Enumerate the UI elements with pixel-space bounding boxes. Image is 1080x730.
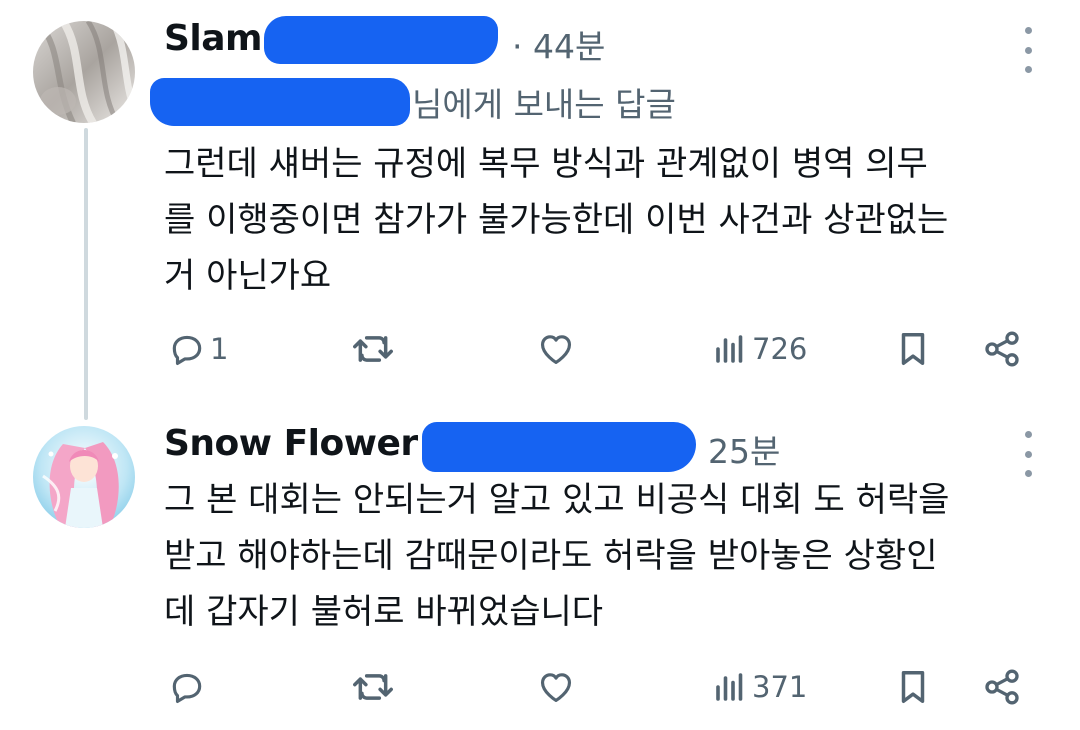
views-button[interactable]: 726 bbox=[712, 324, 807, 374]
like-button[interactable] bbox=[536, 324, 576, 374]
more-vertical-icon[interactable] bbox=[1021, 431, 1035, 477]
post-text-line: 거 아닌가요 bbox=[164, 256, 332, 296]
author-name[interactable]: Snow Flower bbox=[164, 423, 418, 464]
redacted-handle bbox=[264, 16, 498, 64]
repost-icon bbox=[353, 674, 393, 700]
share-button[interactable] bbox=[982, 324, 1022, 374]
bookmark-icon bbox=[901, 671, 925, 703]
bookmark-icon bbox=[901, 333, 925, 365]
post-text-line: 를 이행중이면 참가가 불가능한데 이번 사건과 상관없는 bbox=[164, 200, 949, 240]
reply-button[interactable] bbox=[168, 662, 206, 712]
avatar-snow-flower[interactable] bbox=[33, 426, 135, 528]
post-timestamp[interactable]: 25분 bbox=[708, 425, 780, 473]
views-chart-icon bbox=[716, 673, 743, 701]
post-body: 그 본 대회는 안되는거 알고 있고 비공식 대회 도 허락을 받고 해야하는데… bbox=[164, 472, 1044, 640]
reply-count: 1 bbox=[210, 332, 229, 366]
post-body: 그런데 섀버는 규정에 복무 방식과 관계없이 병역 의무 를 이행중이면 참가… bbox=[164, 136, 1044, 304]
views-count: 726 bbox=[752, 332, 808, 366]
action-bar: 371 bbox=[164, 662, 1034, 712]
repost-icon bbox=[353, 336, 393, 362]
avatar-slam[interactable] bbox=[33, 21, 135, 123]
post-text-line: 그 본 대회는 안되는거 알고 있고 비공식 대회 도 허락을 bbox=[164, 480, 950, 520]
bookmark-button[interactable] bbox=[894, 324, 932, 374]
views-count: 371 bbox=[752, 670, 808, 704]
redacted-handle bbox=[422, 422, 696, 472]
reply-to-label: 님에게 보내는 답글 bbox=[412, 85, 676, 124]
share-icon bbox=[985, 331, 1019, 367]
heart-icon bbox=[540, 673, 572, 703]
post-text-line: 받고 해야하는데 감때문이라도 허락을 받아놓은 상황인 bbox=[164, 536, 938, 576]
views-button[interactable]: 371 bbox=[712, 662, 807, 712]
share-icon bbox=[985, 669, 1019, 705]
repost-button[interactable] bbox=[352, 324, 394, 374]
reply-button[interactable]: 1 bbox=[168, 324, 228, 374]
more-vertical-icon[interactable] bbox=[1021, 27, 1035, 73]
repost-button[interactable] bbox=[352, 662, 394, 712]
reply-icon bbox=[172, 673, 202, 703]
share-button[interactable] bbox=[982, 662, 1022, 712]
thread-connector-line bbox=[84, 128, 88, 420]
heart-icon bbox=[540, 335, 572, 365]
author-name[interactable]: Slam bbox=[164, 18, 263, 59]
post-timestamp[interactable]: · 44분 bbox=[512, 20, 605, 68]
post-text-line: 그런데 섀버는 규정에 복무 방식과 관계없이 병역 의무 bbox=[164, 144, 928, 184]
like-button[interactable] bbox=[536, 662, 576, 712]
bookmark-button[interactable] bbox=[894, 662, 932, 712]
redacted-reply-target bbox=[150, 78, 410, 126]
post-text-line: 데 갑자기 불허로 바뀌었습니다 bbox=[164, 592, 604, 632]
action-bar: 1 726 bbox=[164, 324, 1034, 374]
views-chart-icon bbox=[716, 335, 743, 363]
reply-icon bbox=[172, 335, 202, 365]
